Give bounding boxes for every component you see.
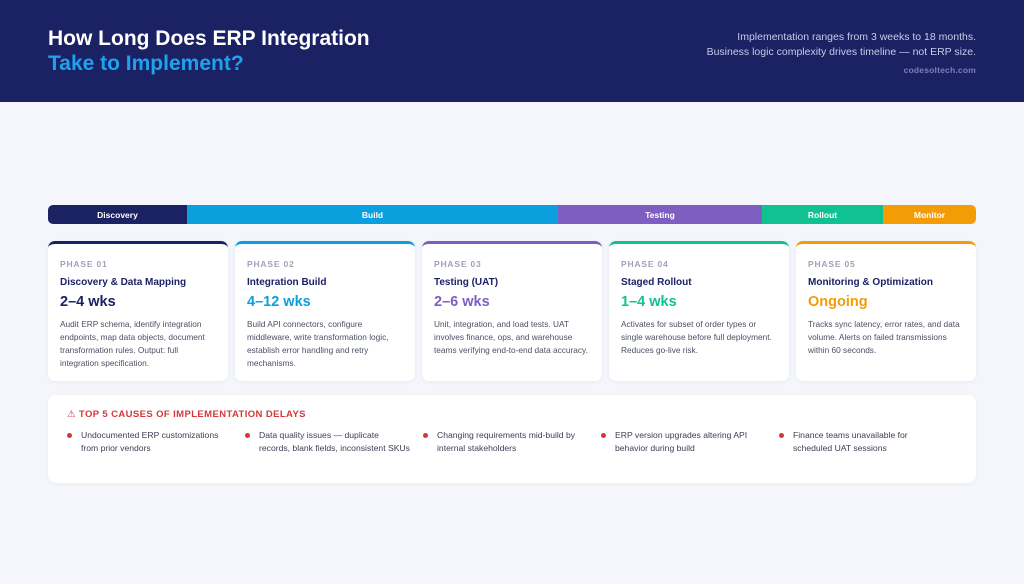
bullet-dot-icon	[601, 433, 606, 438]
phase-number: PHASE 05	[808, 259, 856, 269]
site-name: codesoltech.com	[903, 65, 976, 75]
phase-number: PHASE 04	[621, 259, 669, 269]
cause-text: Undocumented ERP customizations from pri…	[81, 430, 219, 453]
phase-description: Audit ERP schema, identify integration e…	[60, 319, 205, 368]
header-subtitle-line-2: Business logic complexity drives timelin…	[706, 46, 976, 58]
list-item: Changing requirements mid-build by inter…	[423, 429, 601, 455]
page-title-line-1: How Long Does ERP Integration	[48, 27, 370, 50]
header-banner: How Long Does ERP Integration Take to Im…	[0, 0, 1024, 102]
phase-card-02: PHASE 02 Integration Build 4–12 wks Buil…	[235, 241, 415, 381]
cause-text: Changing requirements mid-build by inter…	[437, 430, 576, 453]
phase-title: Staged Rollout	[621, 277, 692, 288]
phase-duration: 2–4 wks	[60, 294, 116, 310]
phase-duration: Ongoing	[808, 294, 868, 310]
delay-causes-title: TOP 5 CAUSES OF IMPLEMENTATION DELAYS	[78, 409, 306, 420]
cause-text: Finance teams unavailable for scheduled …	[793, 430, 908, 453]
header-summary: Implementation ranges from 3 weeks to 18…	[707, 30, 976, 75]
phase-title: Integration Build	[247, 277, 327, 288]
phase-timeline-bar: Discovery Build Testing Rollout Monitor	[48, 205, 976, 224]
timeline-segment-testing: Testing	[558, 205, 762, 224]
cause-text: Data quality issues — duplicate records,…	[259, 430, 410, 453]
phase-number: PHASE 03	[434, 259, 482, 269]
timeline-segment-discovery: Discovery	[48, 205, 187, 224]
phase-title: Testing (UAT)	[434, 277, 499, 288]
delay-causes-heading: ⚠ TOP 5 CAUSES OF IMPLEMENTATION DELAYS	[67, 409, 306, 420]
bullet-dot-icon	[245, 433, 250, 438]
delay-causes-list: Undocumented ERP customizations from pri…	[67, 429, 957, 455]
phase-card-05: PHASE 05 Monitoring & Optimization Ongoi…	[796, 241, 976, 381]
bullet-dot-icon	[779, 433, 784, 438]
phase-number: PHASE 01	[60, 259, 108, 269]
page-title-line-2: Take to Implement?	[48, 52, 244, 75]
phase-title: Monitoring & Optimization	[808, 277, 933, 288]
list-item: Finance teams unavailable for scheduled …	[779, 429, 957, 455]
phase-duration: 4–12 wks	[247, 294, 311, 310]
phase-card-01: PHASE 01 Discovery & Data Mapping 2–4 wk…	[48, 241, 228, 381]
phase-duration: 1–4 wks	[621, 294, 677, 310]
phase-card-03: PHASE 03 Testing (UAT) 2–6 wks Unit, int…	[422, 241, 602, 381]
timeline-segment-monitor: Monitor	[883, 205, 976, 224]
warning-icon: ⚠	[67, 409, 76, 420]
phase-description: Build API connectors, configure middlewa…	[247, 319, 389, 368]
phase-description: Unit, integration, and load tests. UAT i…	[434, 319, 588, 355]
phase-card-04: PHASE 04 Staged Rollout 1–4 wks Activate…	[609, 241, 789, 381]
phase-duration: 2–6 wks	[434, 294, 490, 310]
timeline-segment-build: Build	[187, 205, 558, 224]
list-item: ERP version upgrades altering API behavi…	[601, 429, 779, 455]
bullet-dot-icon	[423, 433, 428, 438]
phase-title: Discovery & Data Mapping	[60, 277, 187, 288]
list-item: Undocumented ERP customizations from pri…	[67, 429, 245, 455]
bullet-dot-icon	[67, 433, 72, 438]
phase-description: Tracks sync latency, error rates, and da…	[808, 319, 960, 355]
delay-causes-panel: ⚠ TOP 5 CAUSES OF IMPLEMENTATION DELAYS U…	[48, 395, 976, 483]
timeline-segment-rollout: Rollout	[762, 205, 883, 224]
list-item: Data quality issues — duplicate records,…	[245, 429, 423, 455]
phase-description: Activates for subset of order types or s…	[621, 319, 772, 355]
cause-text: ERP version upgrades altering API behavi…	[615, 430, 748, 453]
phase-number: PHASE 02	[247, 259, 295, 269]
phase-cards: PHASE 01 Discovery & Data Mapping 2–4 wk…	[48, 241, 976, 381]
header-subtitle-line-1: Implementation ranges from 3 weeks to 18…	[737, 31, 976, 43]
